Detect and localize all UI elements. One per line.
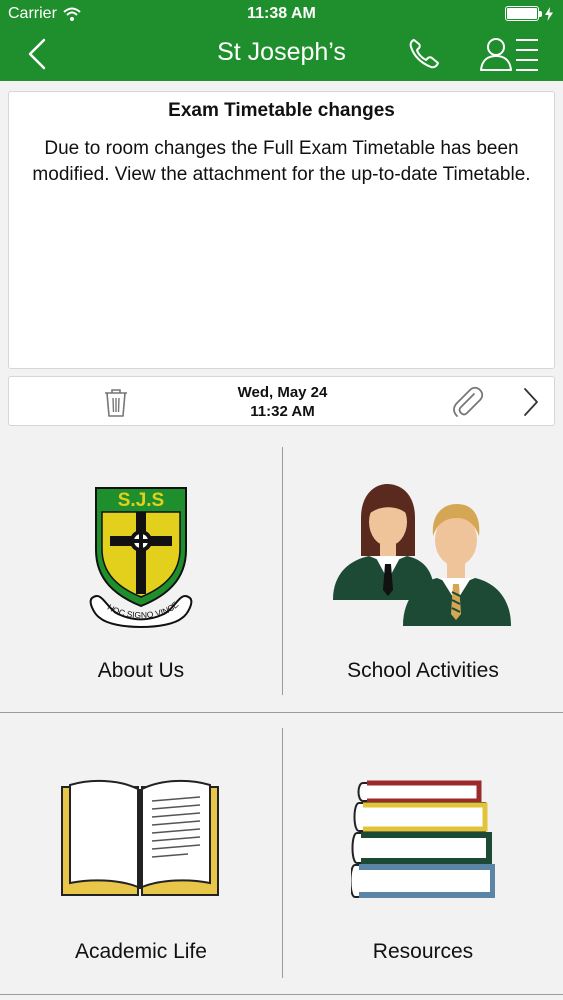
battery-icon (505, 6, 553, 21)
tile-academic-life[interactable]: Academic Life (0, 713, 282, 994)
grid-divider-bottom (0, 994, 563, 995)
tile-resources[interactable]: Resources (283, 713, 563, 994)
message-body: Due to room changes the Full Exam Timeta… (32, 138, 531, 185)
message-action-bar: Wed, May 24 11:32 AM (8, 376, 555, 426)
nav-bar: St Joseph’s (0, 28, 563, 81)
paperclip-icon[interactable] (450, 386, 484, 420)
status-bar: Carrier 11:38 AM (0, 0, 563, 28)
tile-label-school-activities: School Activities (347, 659, 499, 682)
tile-school-activities[interactable]: School Activities (283, 440, 563, 712)
contacts-list-icon[interactable] (478, 34, 542, 74)
chevron-right-icon[interactable] (521, 386, 541, 418)
charging-icon (545, 6, 553, 21)
tile-about-us[interactable]: S.J.S IN HOC SIGNO VINCES About Us (0, 440, 282, 712)
phone-icon[interactable] (406, 36, 442, 72)
tile-label-academic-life: Academic Life (75, 940, 207, 963)
open-book-icon (61, 779, 219, 896)
message-title: Exam Timetable changes (168, 100, 395, 121)
message-card[interactable]: Exam Timetable changes Due to room chang… (8, 91, 555, 369)
status-time: 11:38 AM (247, 5, 316, 22)
book-stack-icon (351, 780, 495, 898)
school-crest-icon: S.J.S IN HOC SIGNO VINCES (88, 484, 193, 628)
students-icon (333, 484, 511, 626)
tile-label-about-us: About Us (97, 659, 185, 682)
crest-initials: S.J.S (118, 490, 164, 511)
tile-label-resources: Resources (372, 940, 474, 963)
